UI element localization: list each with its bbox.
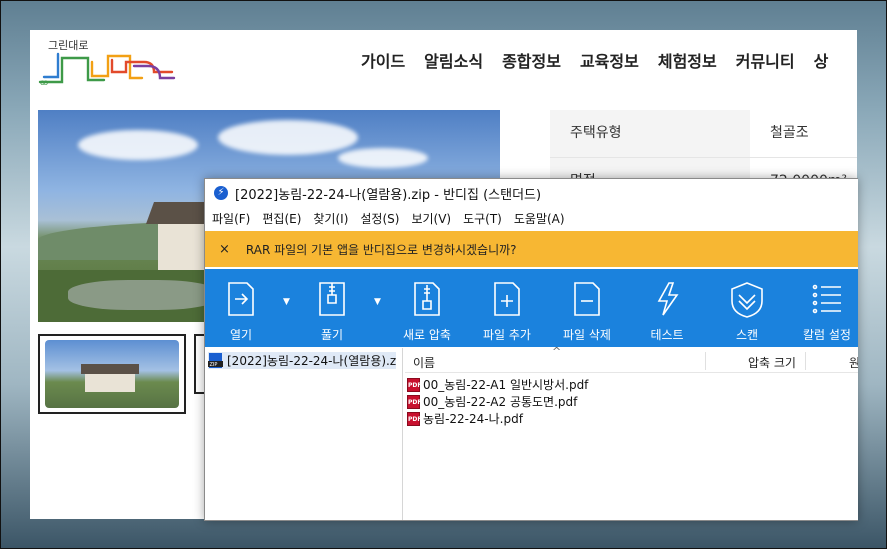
screenshot-border — [0, 0, 887, 549]
